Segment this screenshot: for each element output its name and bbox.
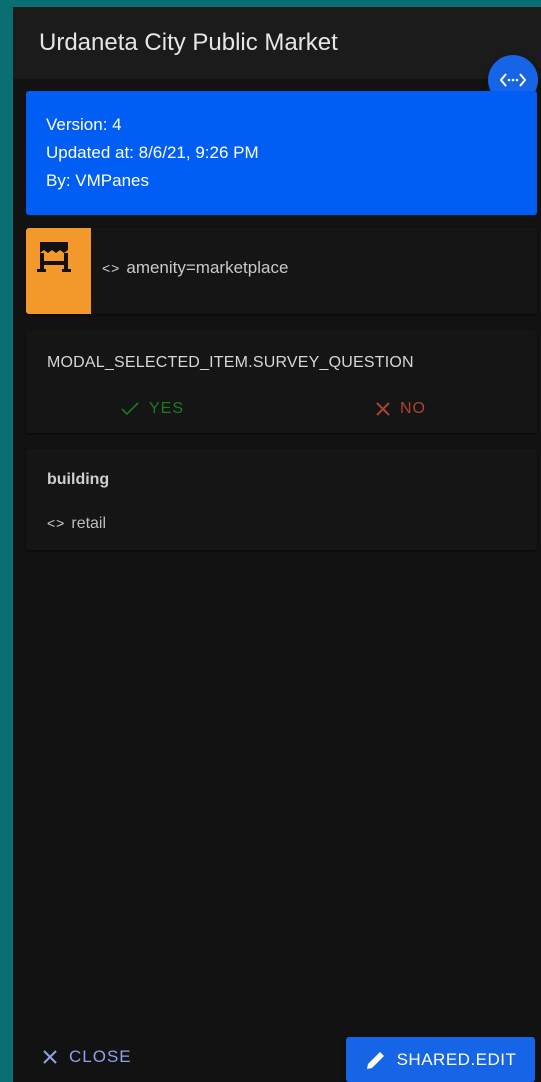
version-card: Version: 4 Updated at: 8/6/21, 9:26 PM B… — [26, 91, 537, 215]
no-button[interactable]: NO — [376, 394, 426, 424]
no-label: NO — [400, 400, 426, 417]
edit-button[interactable]: SHARED.EDIT — [346, 1037, 535, 1082]
tag-card: <> amenity=marketplace — [26, 228, 537, 314]
survey-question: MODAL_SELECTED_ITEM.SURVEY_QUESTION — [47, 354, 414, 371]
edit-label: SHARED.EDIT — [396, 1049, 517, 1069]
close-icon — [376, 402, 390, 416]
building-card: building <> retail — [26, 449, 537, 550]
yes-button[interactable]: YES — [121, 394, 184, 424]
item-modal: Urdaneta City Public Market Version: 4 U… — [13, 7, 541, 1082]
check-icon — [121, 402, 139, 416]
tag-value: amenity=marketplace — [126, 258, 289, 277]
pencil-icon — [366, 1051, 384, 1069]
code-icon: <> — [102, 260, 121, 276]
page-title: Urdaneta City Public Market — [39, 29, 338, 56]
survey-card: MODAL_SELECTED_ITEM.SURVEY_QUESTION YES … — [26, 330, 537, 433]
close-icon — [43, 1050, 57, 1064]
building-key: building — [47, 471, 110, 488]
close-label: CLOSE — [69, 1047, 132, 1066]
code-expand-icon — [499, 73, 527, 87]
version-text: Version: 4 — [46, 115, 122, 134]
yes-label: YES — [149, 400, 185, 417]
close-button[interactable]: CLOSE — [43, 1037, 132, 1077]
code-icon: <> — [47, 515, 66, 531]
modal-header: Urdaneta City Public Market — [13, 7, 541, 79]
author-text: By: VMPanes — [46, 171, 149, 190]
marketplace-icon — [26, 228, 91, 314]
building-value-text: retail — [71, 515, 107, 532]
building-value: <> retail — [47, 515, 106, 533]
tag-text: <> amenity=marketplace — [102, 258, 288, 278]
updated-text: Updated at: 8/6/21, 9:26 PM — [46, 143, 259, 162]
